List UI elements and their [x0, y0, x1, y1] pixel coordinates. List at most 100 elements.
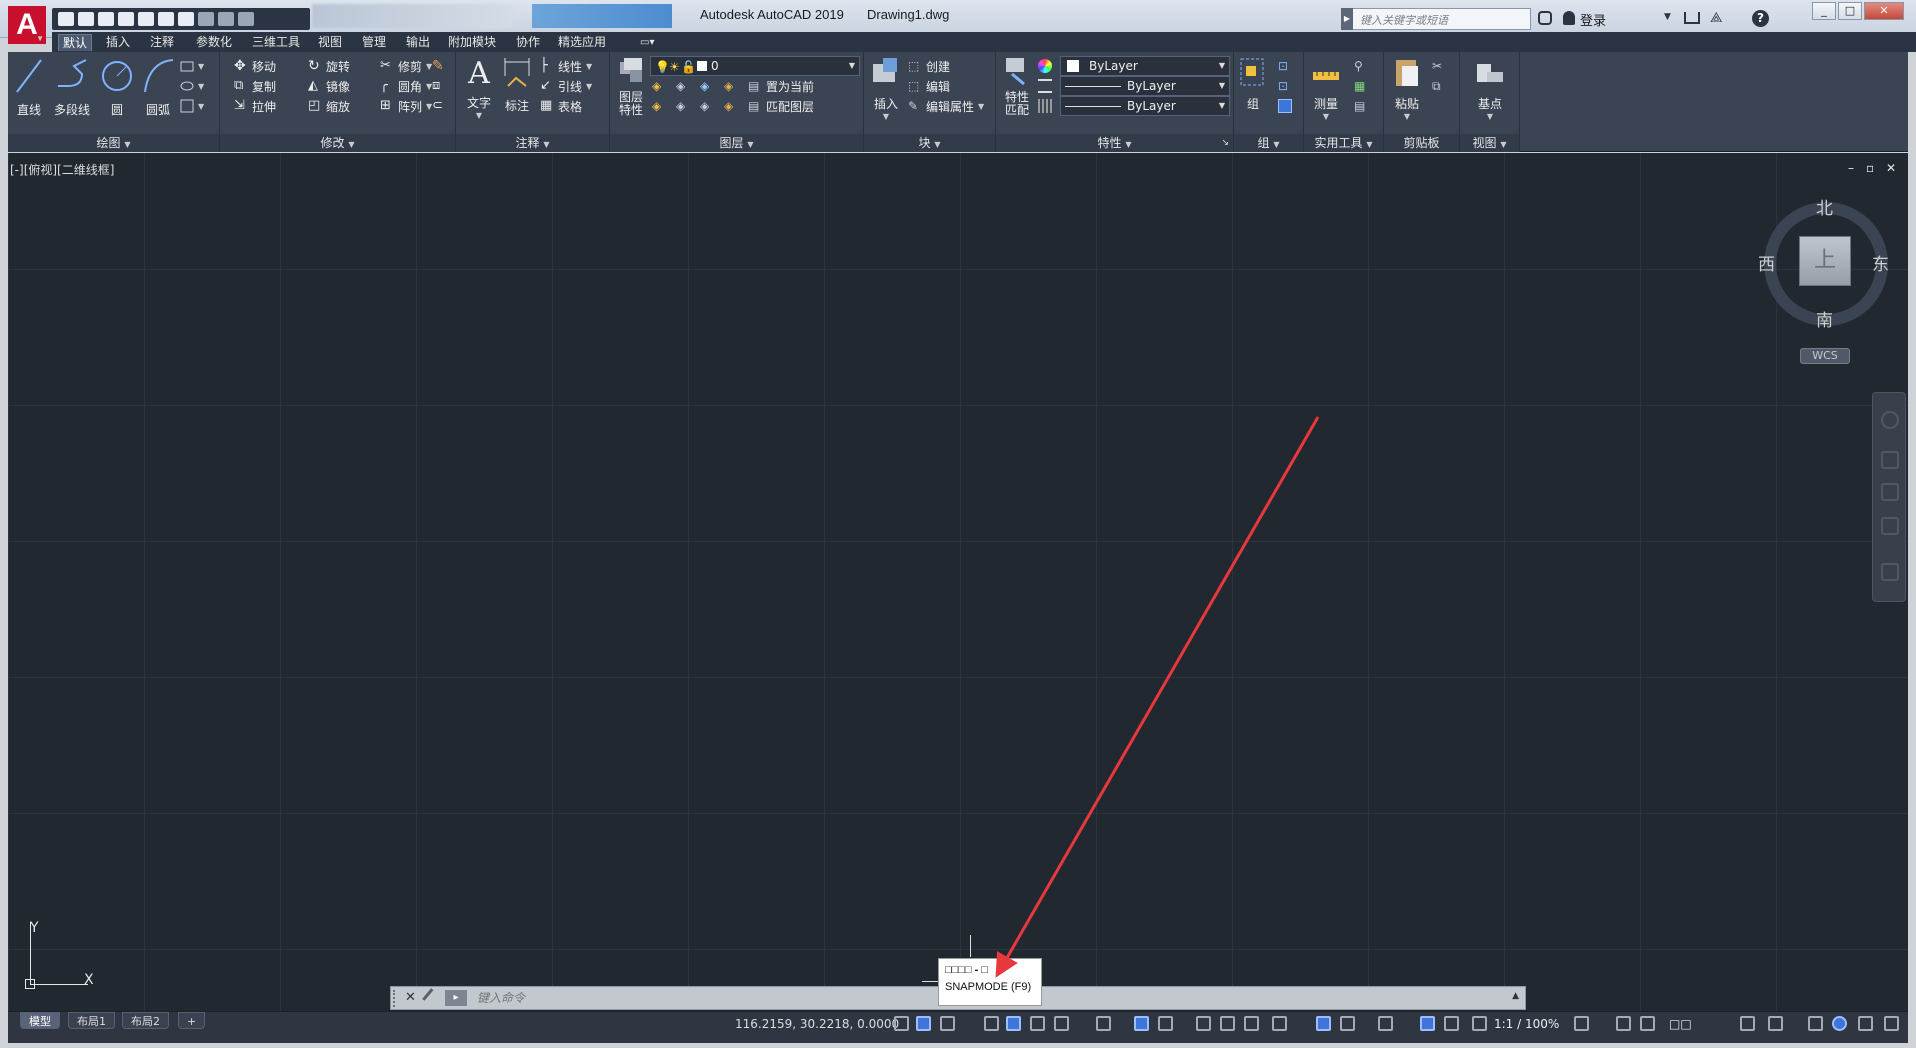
layer-dropdown[interactable]: 💡 ☀ 🔓 0 ▼ — [650, 56, 860, 76]
chevron-up-icon[interactable]: ▲ — [1512, 991, 1519, 1001]
copy-clip-button[interactable]: ⧉ — [1432, 76, 1446, 96]
properties-panel-title[interactable]: 特性 ▼ ↘ — [996, 134, 1233, 152]
linear-button[interactable]: ├ 线性 ▼ — [540, 56, 592, 76]
fillet-button[interactable]: ╭ 圆角 ▼ — [380, 76, 432, 96]
close-button[interactable]: ✕ — [1864, 2, 1904, 20]
tab-parametric[interactable]: 参数化 — [192, 34, 236, 51]
arc-button[interactable]: 圆弧 — [140, 56, 176, 118]
table-button[interactable]: ▦ 表格 — [540, 96, 582, 116]
annotation-scale-dropdown[interactable]: 1:1 / 100% — [1494, 1017, 1559, 1031]
tab-annotate[interactable]: 注释 — [146, 34, 178, 51]
set-current-button[interactable]: ▤ 置为当前 — [748, 76, 814, 96]
calculator-button[interactable]: ▤ — [1354, 96, 1368, 116]
layer-tool-1[interactable]: ◈ — [652, 76, 666, 96]
mirror-button[interactable]: ◭ 镜像 — [308, 76, 350, 96]
layer-tool-5[interactable]: ◈ — [652, 96, 666, 116]
auto-scale-icon[interactable] — [1444, 1016, 1459, 1031]
save-icon[interactable] — [98, 12, 114, 26]
customize-qat-icon[interactable] — [238, 12, 254, 26]
search-binoculars-icon[interactable] — [1538, 11, 1552, 25]
groups-panel-title[interactable]: 组 ▼ — [1234, 134, 1303, 152]
restore-button[interactable]: □ — [1838, 2, 1862, 20]
line-button[interactable]: 直线 — [12, 56, 46, 118]
quick-select-button[interactable]: ⚲ — [1354, 56, 1368, 76]
lock-ui-icon[interactable] — [1768, 1016, 1783, 1031]
plot-icon[interactable] — [178, 12, 194, 26]
layer-properties-button[interactable]: 图层 特性 — [614, 56, 648, 117]
draw-panel-title[interactable]: 绘图 ▼ — [8, 134, 219, 152]
isolate-objects-icon[interactable] — [1808, 1016, 1823, 1031]
wcs-menu-button[interactable]: WCS — [1800, 348, 1850, 364]
measure-button[interactable]: 测量 ▼ — [1308, 56, 1344, 121]
cut-button[interactable]: ✂ — [1432, 56, 1446, 76]
a360-icon[interactable]: ⟁ — [1710, 10, 1723, 26]
viewcube-top-face[interactable]: 上 — [1799, 236, 1851, 286]
grid-icon[interactable] — [916, 1016, 931, 1031]
lineweight-dropdown[interactable]: ByLayer ▼ — [1060, 96, 1230, 116]
drawing-canvas[interactable] — [8, 153, 1908, 1011]
ortho-icon[interactable] — [1030, 1016, 1045, 1031]
paste-button[interactable]: 粘贴 ▼ — [1390, 56, 1424, 121]
base-point-button[interactable]: 基点 ▼ — [1470, 56, 1510, 121]
lineweight-icon[interactable] — [1196, 1016, 1211, 1031]
layer-tool-8[interactable]: ◈ — [724, 96, 738, 116]
selection-cycling-icon[interactable] — [1244, 1016, 1259, 1031]
tab-addins[interactable]: 附加模块 — [444, 34, 500, 51]
tab-output[interactable]: 输出 — [402, 34, 434, 51]
modify-panel-title[interactable]: 修改 ▼ — [220, 134, 455, 152]
clean-screen-icon[interactable] — [1858, 1016, 1873, 1031]
explode-button[interactable]: ⧈ — [432, 76, 446, 96]
leader-button[interactable]: ↙ 引线 ▼ — [540, 76, 592, 96]
pan-icon[interactable] — [1881, 451, 1899, 469]
compass-north[interactable]: 北 — [1816, 194, 1833, 219]
match-properties-button[interactable]: 特性 匹配 — [1000, 56, 1034, 117]
save-as-icon[interactable] — [118, 12, 134, 26]
open-web-icon[interactable] — [138, 12, 154, 26]
offset-button[interactable]: ⊂ — [432, 96, 446, 116]
hardware-acceleration-icon[interactable] — [1832, 1016, 1847, 1031]
annotation-scale-icon[interactable] — [1472, 1016, 1487, 1031]
viewport-minimize-button[interactable]: – — [1848, 161, 1854, 175]
rectangle-button[interactable]: ▼ — [180, 56, 204, 76]
array-button[interactable]: ⊞ 阵列 ▼ — [380, 96, 432, 116]
command-line-grip[interactable] — [393, 990, 399, 1007]
gear-icon[interactable] — [1574, 1016, 1589, 1031]
layer-tool-7[interactable]: ◈ — [700, 96, 714, 116]
rotate-button[interactable]: ↻ 旋转 — [308, 56, 350, 76]
layer-tool-6[interactable]: ◈ — [676, 96, 690, 116]
showmotion-icon[interactable] — [1881, 563, 1899, 581]
zoom-extents-icon[interactable] — [1881, 483, 1899, 501]
ungroup-button[interactable]: ⊡ — [1278, 56, 1292, 76]
redo-icon[interactable] — [218, 12, 234, 26]
open-icon[interactable] — [78, 12, 94, 26]
scale-button[interactable]: ◰ 缩放 — [308, 96, 350, 116]
match-layer-button[interactable]: ▤ 匹配图层 — [748, 96, 814, 116]
color-dropdown[interactable]: ByLayer ▼ — [1060, 56, 1230, 76]
quick-properties-icon[interactable] — [1740, 1016, 1755, 1031]
copy-button[interactable]: ⧉ 复制 — [234, 76, 276, 96]
stretch-button[interactable]: ⇲ 拉伸 — [234, 96, 276, 116]
polyline-button[interactable]: 多段线 — [50, 56, 94, 118]
transparency-toggle-icon[interactable] — [1220, 1016, 1235, 1031]
units-icon[interactable] — [1640, 1016, 1655, 1031]
login-link[interactable]: 登录 — [1580, 10, 1606, 29]
create-block-button[interactable]: ⬚ 创建 — [908, 56, 950, 76]
erase-button[interactable]: ✎ — [432, 56, 446, 76]
circle-button[interactable]: 圆 — [100, 56, 134, 118]
viewport-restore-button[interactable]: ▫ — [1866, 161, 1874, 175]
help-icon[interactable]: ? — [1752, 10, 1769, 27]
layer-tool-3[interactable]: ◈ — [700, 76, 714, 96]
ribbon-options-icon[interactable]: ▭▾ — [636, 34, 658, 51]
snap-mode-icon[interactable] — [940, 1016, 955, 1031]
chevron-down-icon[interactable]: ▼ — [1664, 12, 1671, 22]
minimize-button[interactable]: _ — [1812, 2, 1836, 20]
select-all-button[interactable]: ▦ — [1354, 76, 1368, 96]
application-menu-button[interactable]: A ▼ — [8, 6, 46, 44]
group-edit-button[interactable]: ⊡ — [1278, 76, 1292, 96]
user-icon[interactable] — [1563, 11, 1575, 25]
orbit-icon[interactable] — [1881, 517, 1899, 535]
dynamic-input-icon[interactable] — [1006, 1016, 1021, 1031]
panel-launcher-icon[interactable]: ↘ — [1221, 134, 1229, 152]
group-button[interactable]: 组 — [1236, 56, 1270, 112]
undo-icon[interactable] — [198, 12, 214, 26]
